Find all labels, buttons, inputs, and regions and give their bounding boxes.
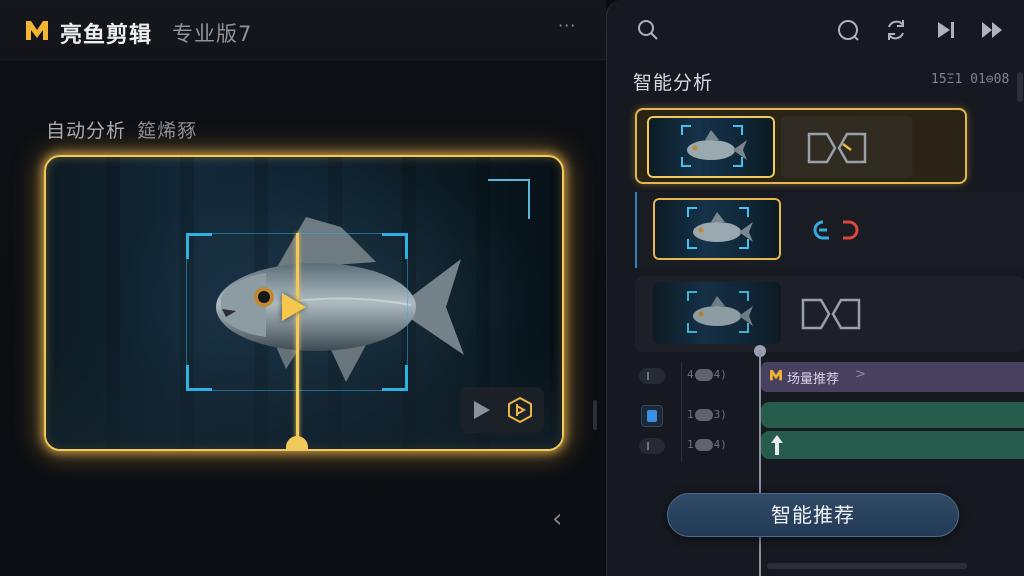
arrow-up-icon bbox=[771, 435, 783, 455]
analyze-hexagon-icon[interactable] bbox=[506, 396, 534, 424]
record-icon[interactable] bbox=[835, 17, 861, 43]
scene-recommend-clip[interactable]: 场量推荐 > bbox=[761, 362, 1024, 392]
timecode: 15Ξ1 01⊜08 bbox=[931, 72, 1010, 87]
scene-thumbnail bbox=[653, 198, 781, 260]
detection-corner bbox=[186, 365, 212, 391]
scene-thumbnail bbox=[653, 282, 781, 344]
analysis-panel: 智能分析 15Ξ1 01⊜08 4 4) 1 3) 1 4) 场量推荐 > 智能… bbox=[606, 0, 1024, 576]
thumb-selection-border bbox=[653, 198, 781, 260]
thumb-selection-border bbox=[647, 116, 775, 178]
title-bar: 亮鱼剪辑 专业版7 ··· bbox=[0, 0, 606, 60]
more-options-button[interactable]: ··· bbox=[558, 16, 576, 35]
track-type-icon[interactable] bbox=[641, 405, 663, 427]
preview-playhead[interactable] bbox=[296, 233, 299, 441]
detection-corner bbox=[382, 233, 408, 259]
split-merge-icon[interactable] bbox=[805, 130, 869, 166]
search-icon[interactable] bbox=[635, 17, 661, 43]
track-label: 1 3) bbox=[687, 408, 727, 421]
track-toggle[interactable] bbox=[639, 368, 665, 384]
app-name: 亮鱼剪辑 bbox=[60, 23, 153, 48]
track-label: 4 4) bbox=[687, 368, 727, 381]
video-clip[interactable] bbox=[761, 402, 1024, 428]
track-toggle[interactable] bbox=[639, 438, 665, 454]
scrollbar[interactable] bbox=[1017, 72, 1023, 102]
play-button[interactable] bbox=[474, 401, 490, 419]
video-preview[interactable] bbox=[44, 155, 564, 451]
detection-corner bbox=[186, 233, 212, 259]
split-merge-icon[interactable] bbox=[799, 296, 863, 332]
panel-title-text: 自动分析 bbox=[46, 120, 127, 142]
app-logo-icon bbox=[770, 370, 782, 381]
preview-controls bbox=[460, 387, 544, 433]
panel-subtitle: 筵烯豩 bbox=[137, 120, 198, 142]
scene-thumbnail bbox=[647, 116, 775, 178]
video-clip[interactable] bbox=[761, 431, 1024, 459]
play-icon[interactable] bbox=[282, 293, 306, 321]
smart-recommend-button[interactable]: 智能推荐 bbox=[667, 493, 959, 537]
app-logo-icon bbox=[26, 21, 48, 40]
fast-forward-icon[interactable] bbox=[979, 17, 1005, 43]
analysis-title: 智能分析 bbox=[633, 72, 714, 94]
scene-card[interactable] bbox=[635, 192, 1024, 268]
panel-resize-handle[interactable] bbox=[593, 400, 597, 430]
refresh-icon[interactable] bbox=[883, 17, 909, 43]
horizontal-scrollbar[interactable] bbox=[767, 563, 967, 569]
app-edition: 专业版7 bbox=[172, 22, 253, 46]
link-toggle-icon[interactable] bbox=[807, 212, 871, 248]
detection-corner bbox=[382, 365, 408, 391]
timeline-playhead[interactable] bbox=[759, 350, 761, 576]
panel-title: 自动分析 筵烯豩 bbox=[46, 116, 197, 143]
frame-corner-marker bbox=[488, 179, 530, 219]
scene-card[interactable] bbox=[635, 276, 1024, 352]
clip-label: 场量推荐 bbox=[787, 372, 840, 387]
panel-toolbar bbox=[607, 0, 1024, 60]
chevron-right-icon: > bbox=[855, 367, 866, 382]
thumb-detection-box bbox=[687, 291, 749, 333]
step-forward-icon[interactable] bbox=[933, 17, 959, 43]
editor-area: 亮鱼剪辑 专业版7 ··· 自动分析 筵烯豩 ‹ bbox=[0, 0, 606, 576]
track-label: 1 4) bbox=[687, 438, 727, 451]
track-header-divider bbox=[681, 362, 682, 462]
scene-card[interactable] bbox=[635, 108, 967, 184]
collapse-chevron-icon[interactable]: ‹ bbox=[552, 504, 562, 534]
